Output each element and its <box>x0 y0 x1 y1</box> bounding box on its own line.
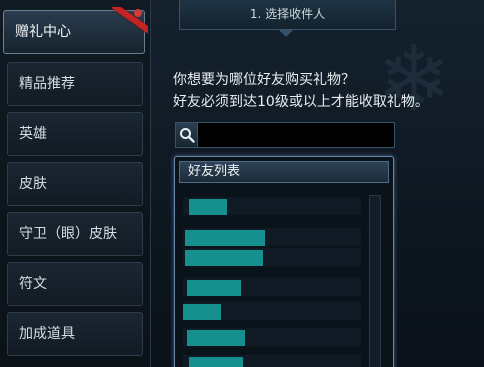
step-arrow-icon <box>279 30 293 37</box>
level-requirement-text: 好友必须到达10级或以上才能收取礼物。 <box>173 94 429 110</box>
sidebar-item-label: 皮肤 <box>19 176 47 192</box>
search-button[interactable] <box>176 123 198 147</box>
friend-name <box>185 230 265 246</box>
step-tab: 1. 选择收件人 <box>179 0 396 30</box>
friend-row[interactable] <box>183 278 361 296</box>
friend-name <box>187 280 241 296</box>
sidebar: 赠礼中心 精品推荐 英雄 皮肤 守卫（眼）皮肤 符文 加成道具 <box>0 0 151 367</box>
magnifier-icon <box>180 128 195 143</box>
sidebar-item-label: 精品推荐 <box>19 76 75 92</box>
friend-list-title: 好友列表 <box>188 164 241 179</box>
sidebar-item-boosts[interactable]: 加成道具 <box>7 312 143 356</box>
friend-row[interactable] <box>183 197 361 215</box>
sidebar-item-runes[interactable]: 符文 <box>7 262 143 306</box>
sidebar-item-label: 符文 <box>19 276 47 292</box>
gift-main-panel: ❄ 1. 选择收件人 你想要为哪位好友购买礼物？ 好友必须到达10级或以上才能收… <box>151 0 484 367</box>
friend-list-header: 好友列表 <box>179 161 389 183</box>
friend-list-panel: 好友列表 <box>174 156 394 367</box>
sidebar-item-skins[interactable]: 皮肤 <box>7 162 143 206</box>
sidebar-item-label: 赠礼中心 <box>15 24 71 40</box>
friend-name <box>187 330 245 346</box>
sidebar-item-heroes[interactable]: 英雄 <box>7 112 143 156</box>
step-tab-label: 1. 选择收件人 <box>249 7 326 21</box>
friend-row[interactable] <box>183 355 361 367</box>
friend-row[interactable] <box>183 328 361 346</box>
friend-row[interactable] <box>183 228 361 246</box>
recipient-question: 你想要为哪位好友购买礼物？ <box>173 72 355 88</box>
friend-name <box>189 357 243 367</box>
friend-name <box>185 250 263 266</box>
sidebar-item-featured[interactable]: 精品推荐 <box>7 62 143 106</box>
friend-search-input[interactable] <box>199 123 394 147</box>
sidebar-item-label: 加成道具 <box>19 326 75 342</box>
friend-name <box>189 199 227 215</box>
sidebar-item-gift-center[interactable]: 赠礼中心 <box>3 7 148 54</box>
friend-search <box>175 122 395 148</box>
friend-row[interactable] <box>183 302 361 320</box>
friend-row[interactable] <box>183 248 361 266</box>
sidebar-item-ward-skins[interactable]: 守卫（眼）皮肤 <box>7 212 143 256</box>
friend-name <box>183 304 221 320</box>
friend-list-scrollbar[interactable] <box>369 195 381 367</box>
sidebar-item-label: 英雄 <box>19 126 47 142</box>
gift-ribbon-icon <box>112 7 148 41</box>
sidebar-item-label: 守卫（眼）皮肤 <box>19 226 117 242</box>
